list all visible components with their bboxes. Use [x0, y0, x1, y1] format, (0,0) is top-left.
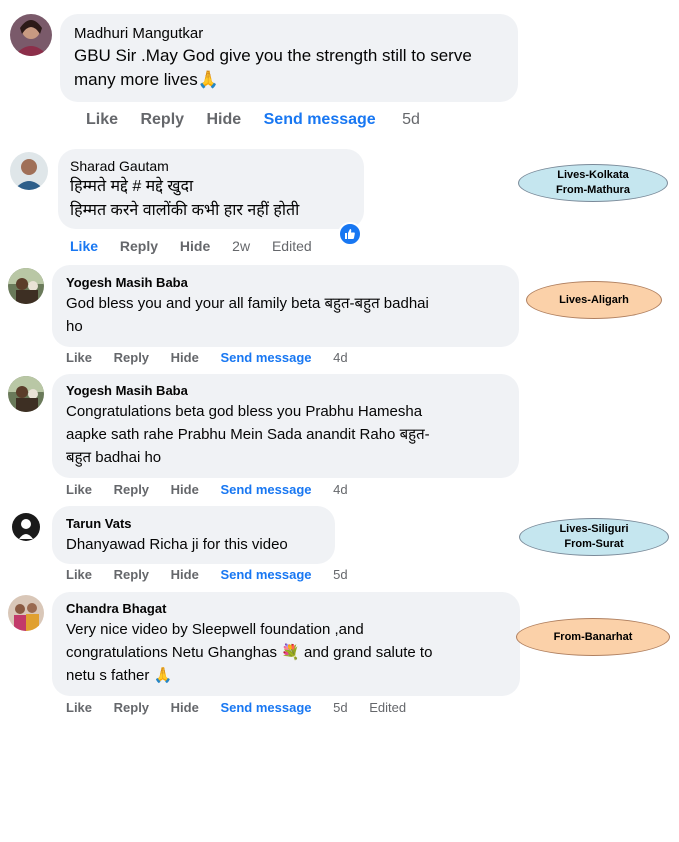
avatar-photo-icon — [8, 595, 44, 631]
like-link[interactable]: Like — [66, 482, 92, 497]
comment-text-line: ho — [66, 318, 83, 335]
avatar-photo-icon — [10, 14, 52, 56]
edited-label[interactable]: Edited — [369, 700, 406, 715]
reply-link[interactable]: Reply — [114, 700, 149, 715]
reply-link[interactable]: Reply — [114, 482, 149, 497]
hide-link[interactable]: Hide — [171, 567, 199, 582]
edited-label[interactable]: Edited — [272, 238, 312, 254]
tag-text: Lives-Kolkata — [557, 169, 629, 181]
timestamp[interactable]: 5d — [333, 567, 347, 582]
avatar[interactable] — [10, 152, 48, 190]
hide-link[interactable]: Hide — [171, 350, 199, 365]
comment-actions: Like Reply Hide Send message 5d Edited — [66, 700, 406, 715]
reply-link[interactable]: Reply — [114, 350, 149, 365]
avatar-photo-icon — [10, 152, 48, 190]
reply-link[interactable]: Reply — [114, 567, 149, 582]
like-link[interactable]: Like — [66, 700, 92, 715]
like-link[interactable]: Like — [70, 238, 98, 254]
tag-text: From-Mathura — [556, 184, 630, 196]
hide-link[interactable]: Hide — [171, 700, 199, 715]
comment-bubble: Yogesh Masih Baba God bless you and your… — [52, 265, 519, 347]
comment-actions: Like Reply Hide Send message 5d — [66, 567, 348, 582]
avatar[interactable] — [8, 509, 44, 545]
avatar[interactable] — [8, 268, 44, 304]
timestamp[interactable]: 4d — [333, 350, 347, 365]
hide-link[interactable]: Hide — [180, 238, 210, 254]
thumbs-up-icon — [345, 229, 355, 239]
comment-text-line: netu s father 🙏 — [66, 667, 173, 684]
comment-text-line: many more lives🙏 — [74, 70, 219, 89]
comment-author[interactable]: Tarun Vats — [66, 515, 321, 533]
send-message-link[interactable]: Send message — [220, 700, 311, 715]
comment-bubble: Sharad Gautam हिम्मते मद्दे # मद्दे खुदा… — [58, 149, 364, 229]
tag-text: From-Banarhat — [553, 630, 633, 643]
timestamp[interactable]: 5d — [402, 111, 420, 129]
comment-text-line: aapke sath rahe Prabhu Mein Sada anandit… — [66, 426, 430, 443]
comment-text-line: हिम्मत करने वालोंकी कभी हार नहीं होती — [70, 202, 300, 219]
timestamp[interactable]: 4d — [333, 482, 347, 497]
hide-link[interactable]: Hide — [171, 482, 199, 497]
avatar[interactable] — [10, 14, 52, 56]
comment-author[interactable]: Madhuri Mangutkar — [74, 24, 504, 44]
comment-actions: Like Reply Hide Send message 4d — [66, 482, 348, 497]
comment-text-line: GBU Sir .May God give you the strength s… — [74, 46, 472, 65]
comment-actions: Like Reply Hide 2w Edited — [70, 238, 312, 254]
comment-text-line: congratulations Netu Ghanghas 💐 and gran… — [66, 644, 433, 661]
comment-author[interactable]: Chandra Bhagat — [66, 600, 506, 618]
comment-text-line: Dhanyawad Richa ji for this video — [66, 536, 288, 553]
comment-text-line: God bless you and your all family beta ब… — [66, 295, 429, 312]
comment-actions: Like Reply Hide Send message 5d — [86, 111, 420, 129]
avatar[interactable] — [8, 376, 44, 412]
comment-text-line: Congratulations beta god bless you Prabh… — [66, 403, 423, 420]
avatar-photo-icon — [8, 268, 44, 304]
send-message-link[interactable]: Send message — [220, 482, 311, 497]
comment-author[interactable]: Sharad Gautam — [70, 157, 352, 175]
comment-bubble: Chandra Bhagat Very nice video by Sleepw… — [52, 592, 520, 696]
comment-author[interactable]: Yogesh Masih Baba — [66, 382, 505, 400]
like-link[interactable]: Like — [66, 350, 92, 365]
like-reaction-icon[interactable] — [338, 222, 362, 246]
send-message-link[interactable]: Send message — [220, 350, 311, 365]
location-tag-aligarh: Lives-Aligarh — [526, 281, 662, 319]
location-tag-siliguri: Lives-Siliguri From-Surat — [519, 518, 669, 556]
comment-bubble: Tarun Vats Dhanyawad Richa ji for this v… — [52, 506, 335, 564]
reply-link[interactable]: Reply — [140, 111, 184, 129]
send-message-link[interactable]: Send message — [220, 567, 311, 582]
tag-text: Lives-Siliguri — [559, 523, 629, 535]
comment-actions: Like Reply Hide Send message 4d — [66, 350, 348, 365]
tag-text: Lives-Aligarh — [559, 293, 629, 306]
comment-text-line: Very nice video by Sleepwell foundation … — [66, 621, 364, 638]
location-tag-banarhat: From-Banarhat — [516, 618, 670, 656]
hide-link[interactable]: Hide — [207, 111, 242, 129]
avatar-photo-icon — [8, 376, 44, 412]
comment-author[interactable]: Yogesh Masih Baba — [66, 274, 505, 292]
timestamp[interactable]: 5d — [333, 700, 347, 715]
send-message-link[interactable]: Send message — [264, 111, 376, 129]
comment-bubble: Madhuri Mangutkar GBU Sir .May God give … — [60, 14, 518, 102]
comment-text-line: हिम्मते मद्दे # मद्दे खुदा — [70, 178, 194, 195]
reply-link[interactable]: Reply — [120, 238, 158, 254]
location-tag-kolkata: Lives-Kolkata From-Mathura — [518, 164, 668, 202]
avatar[interactable] — [8, 595, 44, 631]
comment-text-line: बहुत badhai ho — [66, 449, 162, 466]
like-link[interactable]: Like — [86, 111, 118, 129]
tag-text: From-Surat — [564, 538, 624, 550]
like-link[interactable]: Like — [66, 567, 92, 582]
comment-bubble: Yogesh Masih Baba Congratulations beta g… — [52, 374, 519, 478]
timestamp[interactable]: 2w — [232, 238, 250, 254]
avatar-photo-icon — [8, 509, 44, 545]
